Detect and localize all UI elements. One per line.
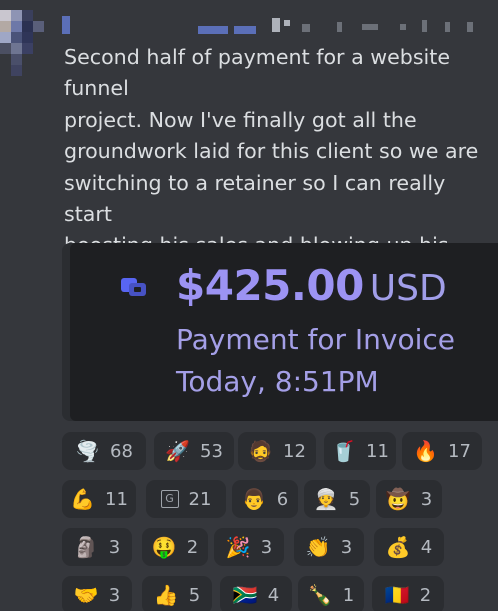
reaction-count: 2	[186, 536, 199, 558]
reaction-handshake[interactable]: 🤝 3	[62, 576, 132, 611]
payment-description: Payment for Invoice	[176, 323, 455, 356]
reaction-thumbs-up[interactable]: 👍 5	[142, 576, 212, 611]
handshake-icon: 🤝	[73, 583, 99, 607]
payment-embed: $425.00 USD Payment for Invoice Today, 8:…	[62, 243, 498, 421]
avatar[interactable]	[0, 10, 44, 76]
reaction-count: 4	[267, 584, 280, 606]
party-popper-icon: 🎉	[225, 535, 251, 559]
payment-currency: USD	[369, 268, 447, 309]
payment-app-icon	[121, 278, 146, 296]
reaction-turban-man[interactable]: 👳 5	[304, 480, 370, 518]
payment-embed-body: $425.00 USD Payment for Invoice Today, 8:…	[70, 243, 498, 421]
reaction-count: 3	[108, 584, 121, 606]
reaction-count: 3	[340, 536, 353, 558]
discord-message: Second half of payment for a website fun…	[0, 0, 498, 611]
turban-man-icon: 👳	[313, 487, 339, 511]
reaction-count: 4	[420, 536, 433, 558]
moai-icon: 🗿	[73, 535, 99, 559]
reaction-count: 68	[110, 440, 133, 462]
reaction-count: 11	[366, 440, 389, 462]
reaction-money-bag[interactable]: 💰 4	[374, 528, 444, 566]
flag-south-africa-icon: 🇿🇦	[232, 583, 258, 607]
reaction-count: 5	[188, 584, 201, 606]
reaction-flexed-biceps[interactable]: 💪 11	[62, 480, 136, 518]
reaction-count: 3	[420, 488, 433, 510]
flag-romania-icon: 🇷🇴	[384, 583, 410, 607]
flexed-biceps-icon: 💪	[70, 487, 95, 511]
man-face-icon: 👨	[241, 487, 267, 511]
reaction-count: 1	[342, 584, 355, 606]
reaction-g-emote[interactable]: G 21	[146, 480, 226, 518]
bearded-man-icon: 🧔	[248, 439, 273, 463]
fire-icon: 🔥	[413, 439, 438, 463]
reaction-tornado[interactable]: 🌪️ 68	[62, 432, 146, 470]
payment-timestamp: Today, 8:51PM	[176, 365, 379, 398]
reaction-champagne[interactable]: 🍾 1	[298, 576, 364, 611]
reaction-count: 12	[283, 440, 306, 462]
reaction-count: 3	[108, 536, 121, 558]
reaction-flag-romania[interactable]: 🇷🇴 2	[372, 576, 444, 611]
clapping-hands-icon: 👏	[305, 535, 331, 559]
payment-amount: $425.00	[176, 261, 364, 310]
reaction-flag-south-africa[interactable]: 🇿🇦 4	[220, 576, 292, 611]
reaction-count: 17	[448, 440, 471, 462]
money-bag-icon: 💰	[385, 535, 411, 559]
tornado-icon: 🌪️	[75, 439, 100, 463]
reaction-money-mouth[interactable]: 🤑 2	[142, 528, 208, 566]
champagne-bottle-icon: 🍾	[307, 583, 333, 607]
reaction-man-face[interactable]: 👨 6	[232, 480, 298, 518]
reaction-cowboy[interactable]: 🤠 3	[376, 480, 442, 518]
reactions-bar: 🌪️ 68 🚀 53 🧔 12 🥤 11 🔥 17 💪 11 G 21 👨 6 👳 5 🤠 3 🗿 3…	[62, 432, 498, 611]
reaction-count: 21	[188, 488, 212, 510]
reaction-clapping[interactable]: 👏 3	[294, 528, 364, 566]
reaction-party-popper[interactable]: 🎉 3	[214, 528, 284, 566]
money-mouth-icon: 🤑	[151, 535, 177, 559]
reaction-moai[interactable]: 🗿 3	[62, 528, 132, 566]
reaction-drink-cup[interactable]: 🥤 11	[324, 432, 396, 470]
reaction-count: 6	[276, 488, 289, 510]
reaction-count: 2	[419, 584, 432, 606]
reaction-count: 5	[348, 488, 361, 510]
rocket-icon: 🚀	[165, 439, 190, 463]
thumbs-up-icon: 👍	[153, 583, 179, 607]
reaction-rocket[interactable]: 🚀 53	[154, 432, 234, 470]
g-emote-icon: G	[160, 490, 179, 508]
payment-amount-line: $425.00 USD	[176, 261, 447, 310]
reaction-count: 3	[260, 536, 273, 558]
reaction-count: 53	[200, 440, 223, 462]
reaction-bearded-man[interactable]: 🧔 12	[238, 432, 316, 470]
reaction-fire[interactable]: 🔥 17	[402, 432, 482, 470]
cowboy-icon: 🤠	[385, 487, 411, 511]
censored-username-header	[62, 14, 492, 36]
drink-cup-icon: 🥤	[331, 439, 356, 463]
reaction-count: 11	[105, 488, 128, 510]
